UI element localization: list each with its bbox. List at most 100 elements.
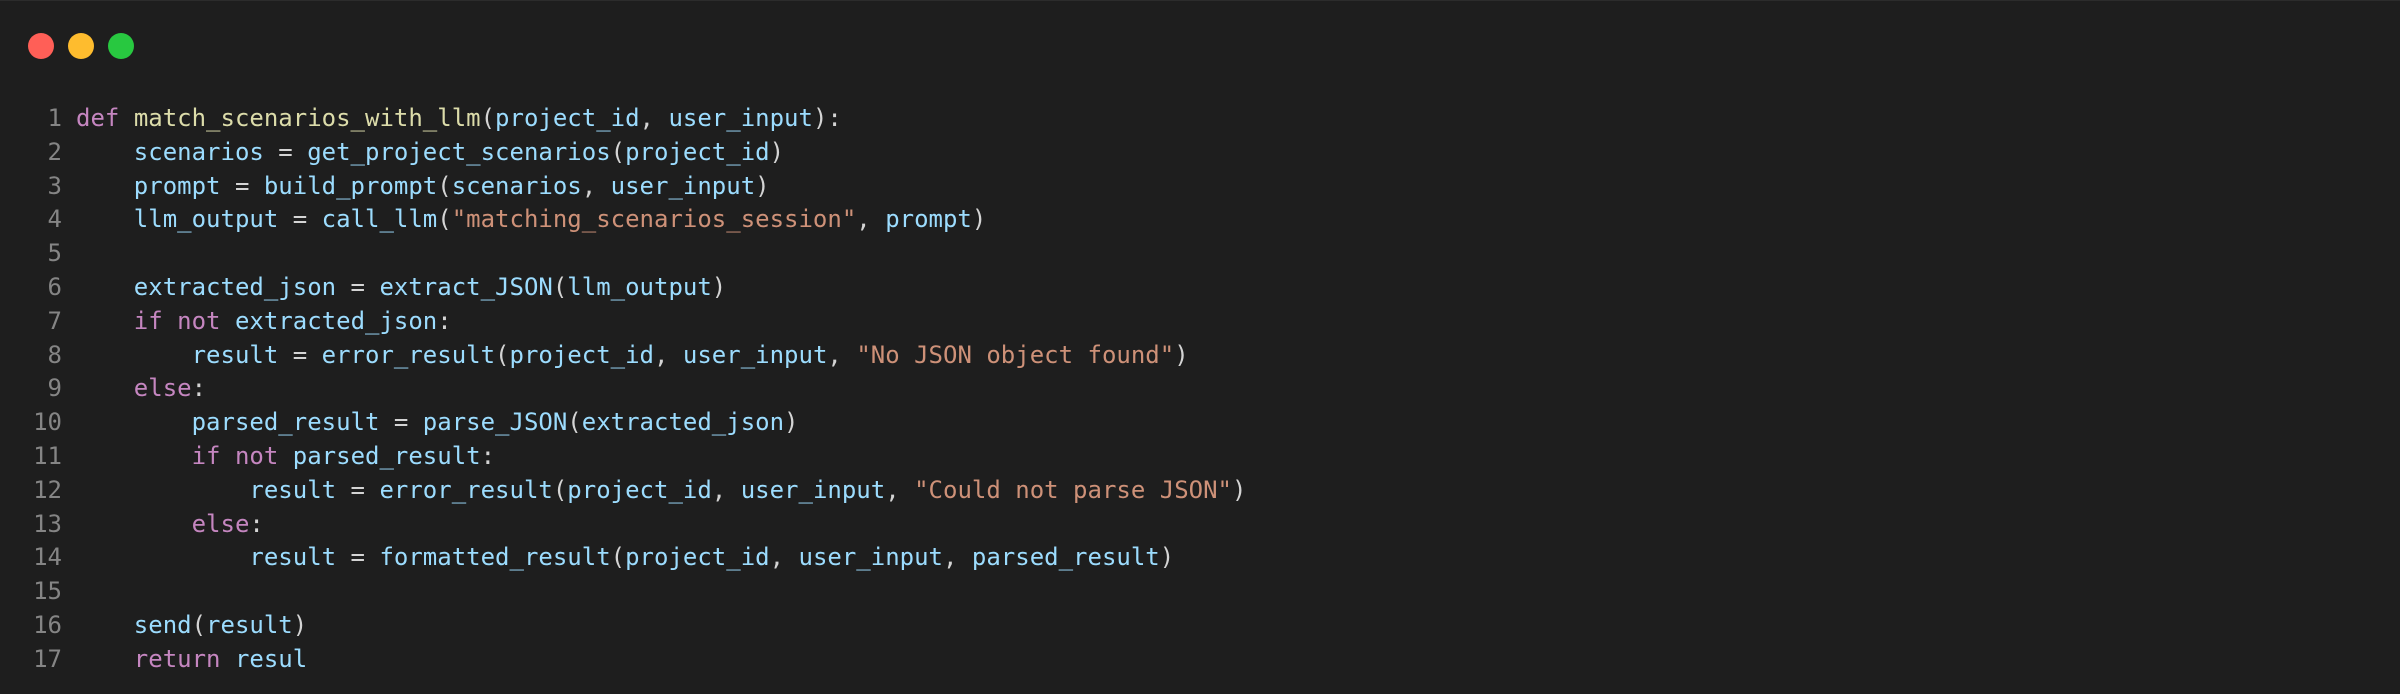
code-token-punct: = [336,543,380,572]
code-token-punct: ) [1174,340,1189,369]
code-token-ident: extracted_json [133,272,337,301]
close-button[interactable] [28,33,54,59]
code-token-ws [221,645,235,673]
code-token-keyword: if [191,441,221,470]
minimize-button[interactable] [68,33,94,59]
code-line: 10 parsed_result = parse_JSON(extracted_… [0,406,1246,440]
code-token-ws [76,138,134,166]
code-token-ident: user_input [668,104,813,132]
line-number: 15 [33,577,62,606]
code-token-punct: , [769,543,799,572]
code-token-string: "matching_scenarios_session" [451,205,857,234]
code-token-ident: scenarios [133,137,264,166]
line-number: 9 [47,374,62,403]
code-token-function: match_scenarios_with_llm [133,104,481,132]
code-line: 14 result = formatted_result(project_id,… [0,541,1246,575]
code-token-ident: build_prompt [263,171,438,200]
code-token-ident: parsed_result [292,441,481,470]
code-token-ident: user_input [682,340,828,369]
code-token-ident: project_id [625,543,770,572]
code-token-keyword: else [133,374,192,403]
code-token-punct: ( [437,205,452,234]
code-token-punct: ) [1232,475,1247,504]
code-token-punct: ( [610,543,626,572]
code-token-punct: , [856,205,886,234]
line-number: 13 [33,509,62,538]
line-number: 10 [33,408,62,437]
code-token-ws [76,510,192,538]
code-text: def match_scenarios_with_llm(project_id,… [76,102,842,136]
code-text: parsed_result = parse_JSON(extracted_jso… [76,406,799,440]
line-number: 12 [33,475,62,504]
code-line: 6 extracted_json = extract_JSON(llm_outp… [0,271,1246,305]
code-token-ws [76,476,249,504]
code-token-ws [76,611,134,639]
code-token-keyword: def [76,104,120,132]
code-token-punct: : [437,306,452,335]
code-token-ws [76,341,192,369]
code-token-ws [76,374,134,402]
code-token-punct: : [249,509,264,538]
code-token-punct: , [711,475,741,504]
code-token-punct: ( [552,272,568,301]
code-text: if not extracted_json: [76,305,452,339]
code-line: 8 result = error_result(project_id, user… [0,339,1246,373]
code-token-ident: get_project_scenarios [307,137,611,166]
code-token-punct: ) [755,171,770,200]
code-token-punct: = [278,205,322,234]
maximize-button[interactable] [108,33,134,59]
code-token-punct: = [220,171,264,200]
code-token-ws [76,543,249,571]
code-token-ident: user_input [610,171,756,200]
code-line: 1 def match_scenarios_with_llm(project_id… [0,102,1246,136]
code-token-ident: prompt [885,205,972,234]
code-token-ident: extracted_json [581,408,785,437]
code-token-ws [76,307,134,335]
line-number: 11 [33,441,62,470]
code-text: result = formatted_result(project_id, us… [76,541,1174,575]
code-token-ident: scenarios [451,171,582,200]
line-number: 7 [47,306,62,335]
code-token-ws [76,408,192,436]
code-token-keyword: not [177,306,221,335]
code-token-ws [76,273,134,301]
code-text: llm_output = call_llm("matching_scenario… [76,203,987,237]
code-token-ident: result [191,340,279,369]
code-token-punct: ( [437,171,452,200]
code-token-punct: ( [610,137,626,166]
code-token-punct: : [191,374,207,403]
code-token-ws [221,307,235,335]
code-token-ident: project_id [625,137,770,166]
code-line: 3 prompt = build_prompt(scenarios, user_… [0,170,1246,204]
code-text: extracted_json = extract_JSON(llm_output… [76,271,726,305]
code-token-punct: , [885,475,915,504]
code-token-ws [278,442,292,470]
code-token-ident: llm_output [133,205,279,234]
code-token-ident: project_id [509,340,655,369]
code-token-ident: user_input [740,475,886,504]
window-controls [28,33,134,59]
code-line: 16 send(result) [0,609,1246,643]
code-token-ident: prompt [133,171,221,200]
code-token-punct: = [379,408,423,437]
code-token-keyword: not [234,441,279,470]
code-line: 15 [0,575,1246,609]
code-token-punct: = [336,475,380,504]
code-token-punct: , [827,340,857,369]
code-line: 4 llm_output = call_llm("matching_scenar… [0,203,1246,237]
code-token-ident: call_llm [321,205,438,234]
code-token-ident: resul [234,644,308,673]
code-text: if not parsed_result: [76,440,495,474]
code-window: 1 def match_scenarios_with_llm(project_id… [0,0,2400,694]
code-token-punct: , [943,543,972,572]
code-token-keyword: else [191,509,250,538]
code-token-ident: result [249,543,337,572]
code-token-punct: : [480,441,496,470]
code-token-punct: ) [292,610,308,639]
code-token-punct: = [278,340,322,369]
code-token-punct: ) [784,408,799,437]
code-token-punct: , [654,340,683,369]
code-token-ident: parsed_result [971,543,1160,572]
code-text: result = error_result(project_id, user_i… [76,474,1246,508]
line-number: 4 [47,205,62,234]
